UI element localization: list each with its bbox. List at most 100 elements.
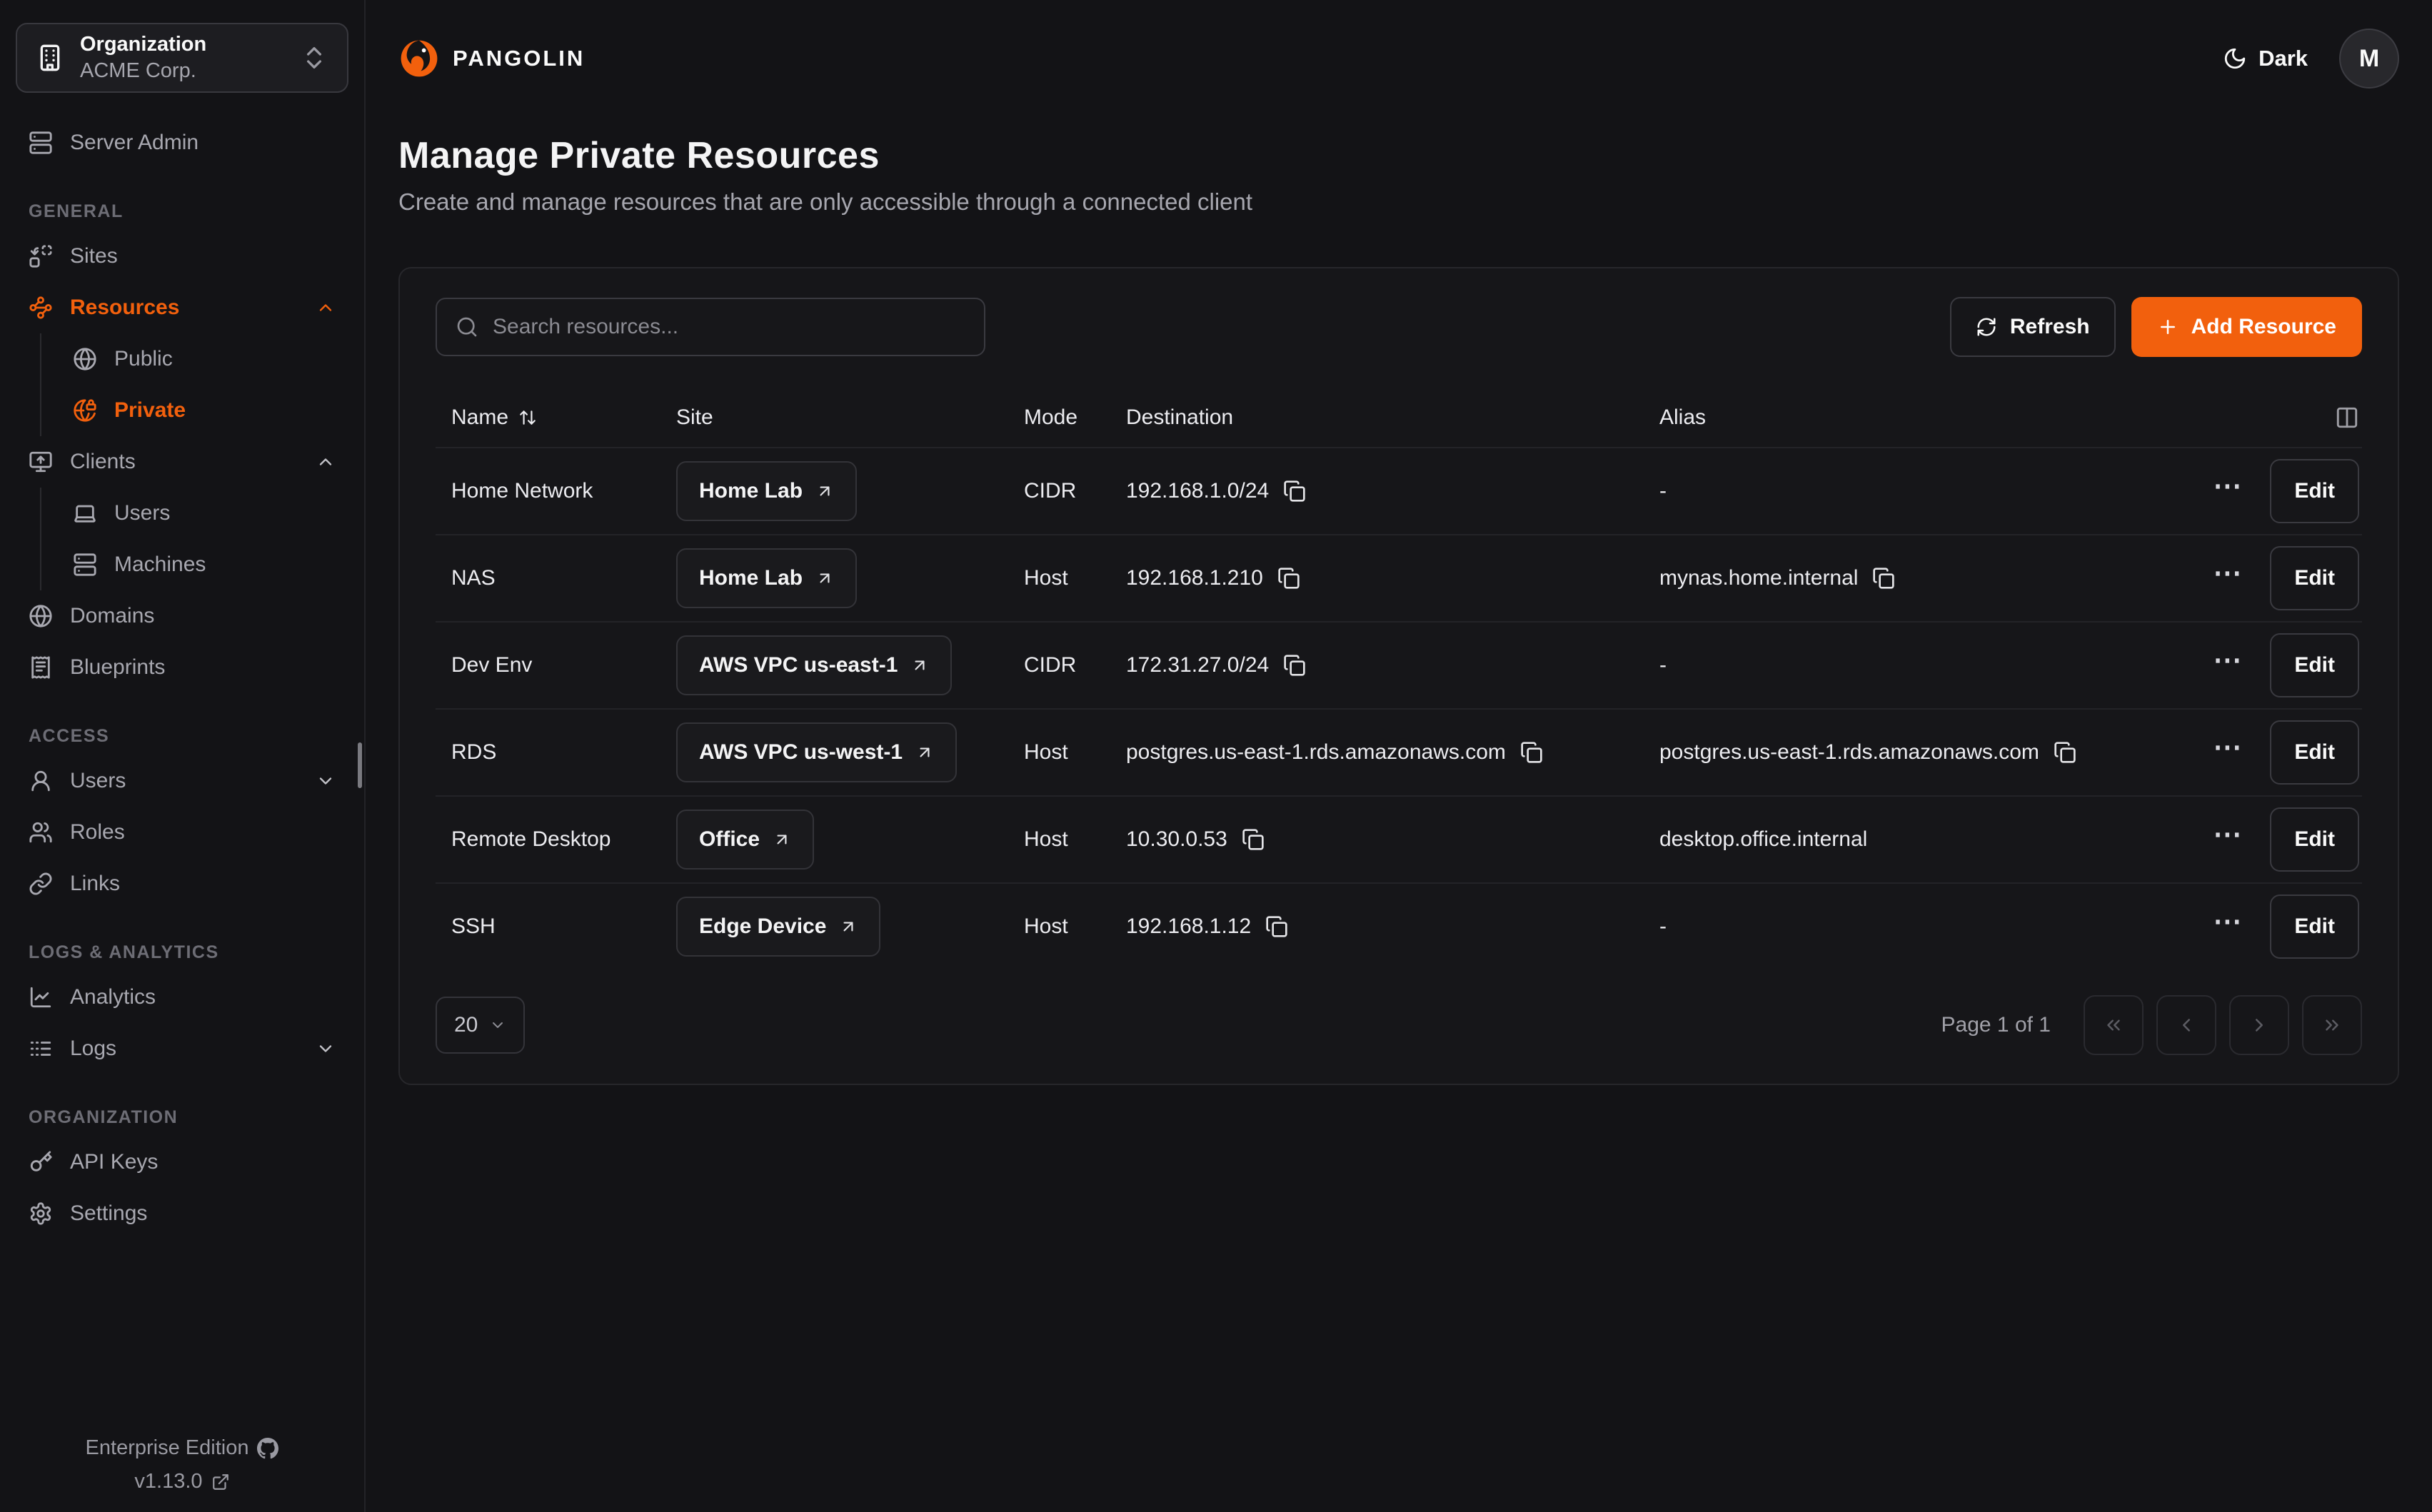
sidebar-item-sites[interactable]: Sites — [0, 231, 364, 282]
sidebar-item-settings[interactable]: Settings — [0, 1188, 364, 1239]
row-actions: ⋯ Edit — [2105, 894, 2362, 959]
plus-icon — [2157, 316, 2179, 338]
site-label: AWS VPC us-east-1 — [699, 653, 898, 677]
add-resource-button[interactable]: Add Resource — [2131, 297, 2362, 357]
previous-page-button[interactable] — [2156, 995, 2216, 1055]
sidebar-scrollbar-thumb[interactable] — [358, 742, 362, 788]
copy-button[interactable] — [2054, 741, 2076, 764]
more-actions-button[interactable]: ⋯ — [2213, 559, 2243, 598]
page-title: Manage Private Resources — [398, 134, 2399, 177]
version-line[interactable]: v1.13.0 — [0, 1470, 364, 1493]
copy-button[interactable] — [1520, 741, 1543, 764]
alias-cell: - — [1659, 653, 2105, 677]
sidebar-item-machines[interactable]: Machines — [64, 539, 364, 590]
copy-button[interactable] — [1242, 828, 1265, 851]
brand[interactable]: PANGOLIN — [398, 38, 585, 79]
more-actions-button[interactable]: ⋯ — [2213, 472, 2243, 510]
next-page-button[interactable] — [2229, 995, 2289, 1055]
columns-toggle-button[interactable] — [2335, 405, 2359, 430]
sidebar-item-label: Machines — [114, 553, 206, 577]
sidebar-item-private[interactable]: Private — [64, 385, 364, 436]
sidebar-item-analytics[interactable]: Analytics — [0, 972, 364, 1023]
copy-button[interactable] — [1283, 654, 1306, 677]
globe-icon — [73, 347, 97, 371]
alias-cell: desktop.office.internal — [1659, 827, 2105, 852]
edit-button[interactable]: Edit — [2270, 807, 2359, 872]
edit-button[interactable]: Edit — [2270, 546, 2359, 610]
search-icon — [456, 316, 478, 338]
resource-name: Remote Desktop — [436, 827, 676, 852]
site-label: Office — [699, 827, 760, 852]
first-page-button[interactable] — [2084, 995, 2144, 1055]
sidebar-item-public[interactable]: Public — [64, 333, 364, 385]
site-link-button[interactable]: Edge Device — [676, 897, 880, 957]
card-toolbar: Refresh Add Resource — [436, 297, 2362, 357]
sidebar-item-server-admin[interactable]: Server Admin — [0, 117, 364, 168]
more-actions-button[interactable]: ⋯ — [2213, 646, 2243, 685]
more-actions-button[interactable]: ⋯ — [2213, 907, 2243, 946]
sidebar-item-links[interactable]: Links — [0, 858, 364, 909]
site-link-button[interactable]: Home Lab — [676, 461, 857, 521]
arrow-up-right-icon — [773, 830, 791, 849]
sidebar-item-label: Public — [114, 347, 173, 371]
edit-button[interactable]: Edit — [2270, 459, 2359, 523]
search-input[interactable] — [493, 315, 965, 339]
org-selector[interactable]: Organization ACME Corp. — [16, 23, 348, 93]
avatar[interactable]: M — [2339, 29, 2399, 89]
site-cell: Edge Device — [676, 897, 1024, 957]
page-size-select[interactable]: 20 — [436, 997, 525, 1054]
chevron-up-icon — [316, 298, 336, 318]
edition-line[interactable]: Enterprise Edition — [0, 1436, 364, 1460]
copy-button[interactable] — [1872, 567, 1895, 590]
app-root: Organization ACME Corp. Server Admin GEN… — [0, 0, 2432, 1512]
edit-button[interactable]: Edit — [2270, 894, 2359, 959]
toolbar-actions: Refresh Add Resource — [1950, 297, 2362, 357]
copy-button[interactable] — [1277, 567, 1300, 590]
arrow-up-right-icon — [915, 743, 934, 762]
copy-button[interactable] — [1283, 480, 1306, 503]
refresh-icon — [1976, 316, 1997, 338]
site-link-button[interactable]: Office — [676, 810, 814, 870]
resource-name: SSH — [436, 914, 676, 939]
site-cell: Home Lab — [676, 548, 1024, 608]
moon-icon — [2223, 46, 2247, 71]
header-alias: Alias — [1659, 405, 2105, 430]
edit-button[interactable]: Edit — [2270, 720, 2359, 785]
site-link-button[interactable]: AWS VPC us-east-1 — [676, 635, 952, 695]
destination-value: 192.168.1.210 — [1126, 566, 1263, 590]
building-icon — [36, 44, 64, 72]
copy-button[interactable] — [1265, 915, 1288, 938]
site-cell: AWS VPC us-east-1 — [676, 635, 1024, 695]
sidebar-item-client-users[interactable]: Users — [64, 488, 364, 539]
refresh-button[interactable]: Refresh — [1950, 297, 2116, 357]
sidebar-item-logs[interactable]: Logs — [0, 1023, 364, 1074]
site-link-button[interactable]: Home Lab — [676, 548, 857, 608]
sidebar-item-blueprints[interactable]: Blueprints — [0, 642, 364, 693]
row-actions: ⋯ Edit — [2105, 807, 2362, 872]
edit-button[interactable]: Edit — [2270, 633, 2359, 697]
sidebar-nav: Server Admin GENERAL Sites Resources Pub… — [0, 93, 364, 1239]
sidebar-item-label: Users — [70, 769, 126, 793]
more-actions-button[interactable]: ⋯ — [2213, 733, 2243, 772]
alias-value: mynas.home.internal — [1659, 566, 1858, 590]
theme-toggle-button[interactable]: Dark — [2223, 46, 2308, 71]
globe-icon — [29, 604, 53, 628]
site-label: AWS VPC us-west-1 — [699, 740, 903, 765]
org-name: ACME Corp. — [80, 59, 284, 83]
last-page-button[interactable] — [2302, 995, 2362, 1055]
sidebar-item-domains[interactable]: Domains — [0, 590, 364, 642]
sidebar-item-clients[interactable]: Clients — [0, 436, 364, 488]
row-actions: ⋯ Edit — [2105, 459, 2362, 523]
server-icon — [29, 131, 53, 155]
sidebar-item-roles[interactable]: Roles — [0, 807, 364, 858]
table-row: Remote Desktop Office Host 10.30.0.53 de… — [436, 795, 2362, 882]
server-icon — [73, 553, 97, 577]
arrow-up-right-icon — [839, 917, 858, 936]
more-actions-button[interactable]: ⋯ — [2213, 820, 2243, 859]
header-name[interactable]: Name — [436, 405, 676, 430]
sidebar-item-users[interactable]: Users — [0, 755, 364, 807]
sidebar-section-access: ACCESS — [0, 726, 364, 747]
site-link-button[interactable]: AWS VPC us-west-1 — [676, 722, 957, 782]
sidebar-item-resources[interactable]: Resources — [0, 282, 364, 333]
sidebar-item-api-keys[interactable]: API Keys — [0, 1136, 364, 1188]
